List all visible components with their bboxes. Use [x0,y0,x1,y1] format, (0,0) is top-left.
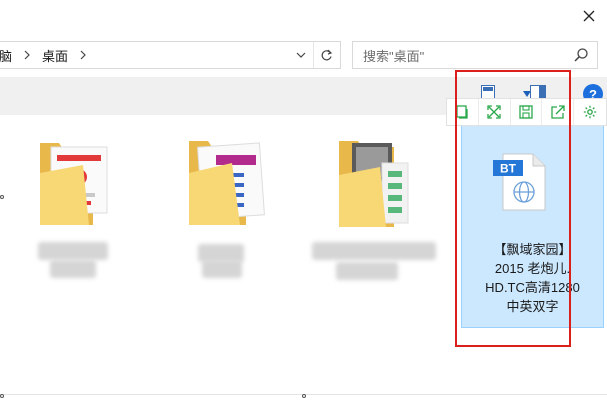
blurred-file-label [202,260,242,278]
chevron-right-icon [20,48,34,62]
search-icon[interactable] [573,47,589,63]
resize-handle[interactable] [0,394,4,398]
address-bar[interactable]: 电脑 桌面 [0,41,341,69]
settings-icon [583,105,597,119]
chevron-down-icon [296,52,306,58]
highlight-rectangle [455,70,571,347]
resize-handle[interactable] [302,394,306,398]
blurred-file-label [50,260,96,278]
search-input[interactable]: 搜索"桌面" [352,41,598,69]
folder-icon[interactable] [186,133,266,233]
blurred-file-label [38,242,108,260]
refresh-icon [321,49,333,60]
refresh-button[interactable] [313,42,339,68]
settings-button[interactable] [574,99,606,125]
blurred-file-label [312,242,436,260]
close-icon [583,10,595,22]
search-placeholder: 搜索"桌面" [363,48,425,64]
blurred-file-label [336,262,398,280]
chevron-right-icon[interactable] [76,48,90,62]
address-history-dropdown[interactable] [290,42,312,68]
folder-icon[interactable] [336,133,414,237]
breadcrumb-item-desktop[interactable]: 桌面 [42,46,68,65]
resize-handle[interactable] [0,195,4,199]
close-button[interactable] [577,4,601,28]
folder-icon[interactable] [37,133,113,233]
breadcrumb-item-computer[interactable]: 电脑 [0,46,12,65]
